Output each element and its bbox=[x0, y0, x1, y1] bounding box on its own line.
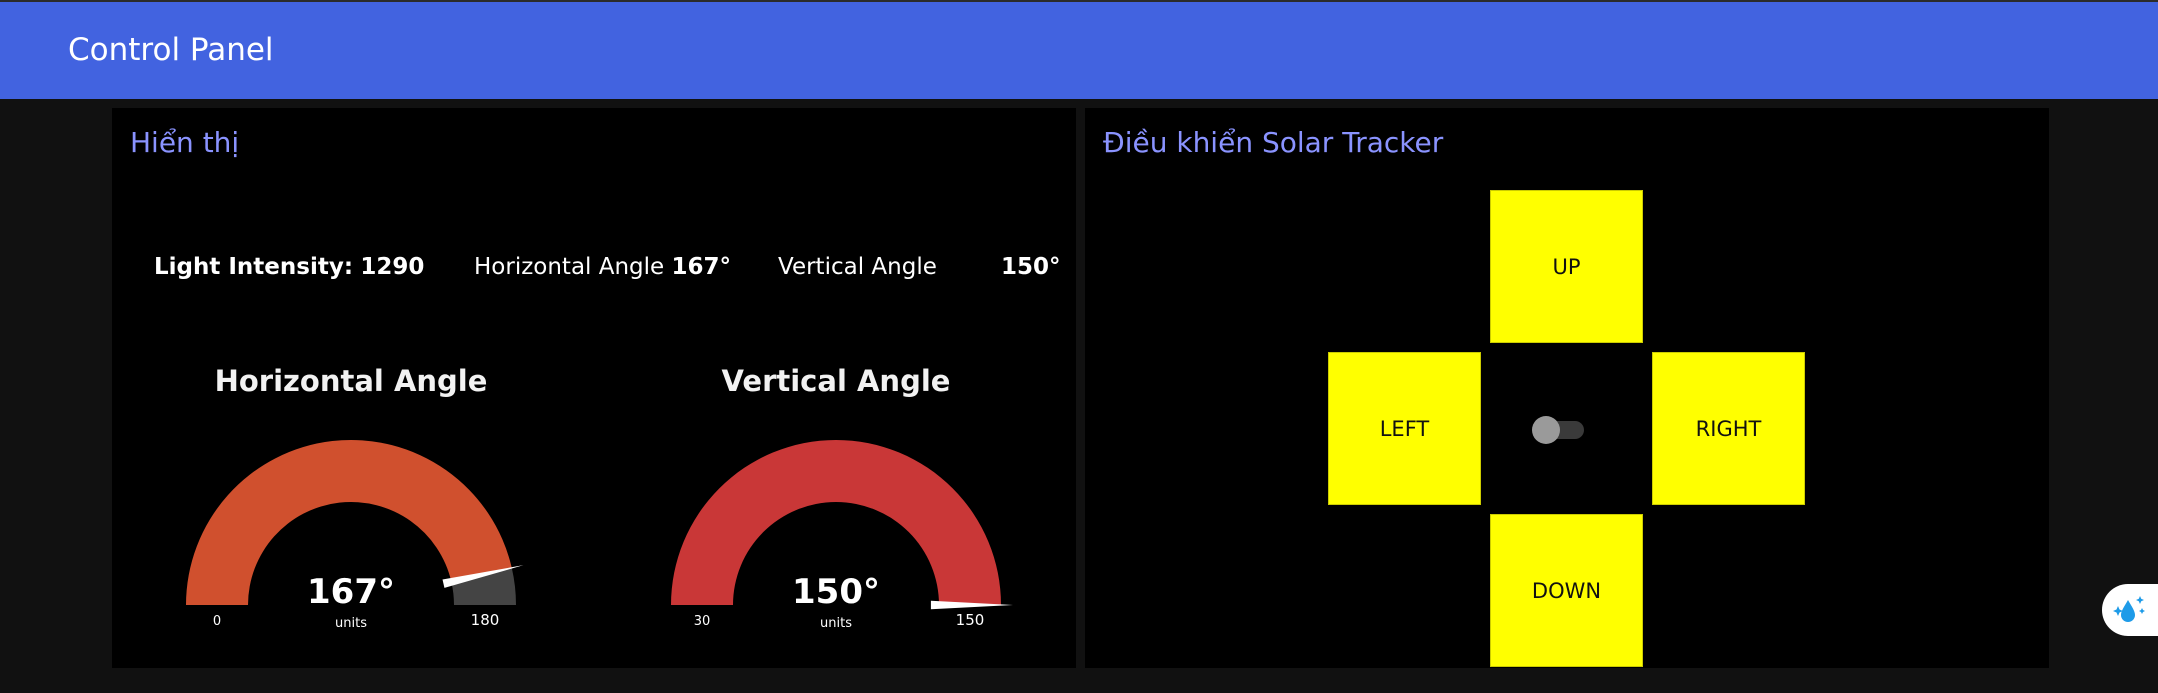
tracker-mode-toggle[interactable] bbox=[1532, 416, 1586, 444]
left-button[interactable]: LEFT bbox=[1328, 352, 1481, 505]
gauge-max-label: 150 bbox=[956, 611, 985, 629]
gauge-max-label: 180 bbox=[471, 611, 500, 629]
gauge-min-label: 30 bbox=[694, 614, 711, 629]
horizontal-angle-value: 167° bbox=[671, 254, 732, 280]
horizontal-angle-gauge: 167° units 0 180 bbox=[151, 418, 551, 638]
horizontal-angle-stat: Horizontal Angle 167° bbox=[474, 254, 731, 280]
water-sparkle-icon bbox=[2113, 596, 2145, 622]
vertical-gauge-title: Vertical Angle bbox=[721, 364, 951, 398]
gauge-value-text: 167° bbox=[307, 572, 395, 612]
vertical-angle-value: 150° bbox=[1001, 254, 1061, 280]
display-card: Hiển thị Light Intensity: 1290 Horizonta… bbox=[112, 108, 1076, 668]
horizontal-gauge-title: Horizontal Angle bbox=[214, 364, 488, 398]
light-intensity-label: Light Intensity: bbox=[154, 254, 354, 280]
down-button[interactable]: DOWN bbox=[1490, 514, 1643, 667]
vertical-angle-gauge: 150° units 30 150 bbox=[636, 418, 1036, 638]
horizontal-angle-label: Horizontal Angle bbox=[474, 254, 665, 280]
gauge-svg: 167° units 0 180 bbox=[186, 440, 524, 631]
vertical-angle-label: Vertical Angle bbox=[778, 254, 937, 280]
up-button[interactable]: UP bbox=[1490, 190, 1643, 343]
control-card-title: Điều khiển Solar Tracker bbox=[1103, 126, 1444, 159]
vertical-angle-stat-value: 150° bbox=[1001, 254, 1061, 280]
light-intensity-stat: Light Intensity: 1290 bbox=[154, 254, 424, 280]
gauge-units-text: units bbox=[335, 616, 367, 631]
gauge-svg: 150° units 30 150 bbox=[671, 440, 1013, 631]
gauge-units-text: units bbox=[820, 616, 852, 631]
gauge-min-label: 0 bbox=[213, 614, 221, 629]
app-header: Control Panel bbox=[0, 2, 2158, 99]
app-title: Control Panel bbox=[68, 32, 274, 68]
right-button[interactable]: RIGHT bbox=[1652, 352, 1805, 505]
gauge-value-text: 150° bbox=[792, 572, 880, 612]
display-card-title: Hiển thị bbox=[130, 126, 240, 159]
toggle-knob bbox=[1532, 416, 1560, 444]
floating-action-button[interactable] bbox=[2102, 584, 2158, 636]
light-intensity-value: 1290 bbox=[360, 254, 425, 280]
